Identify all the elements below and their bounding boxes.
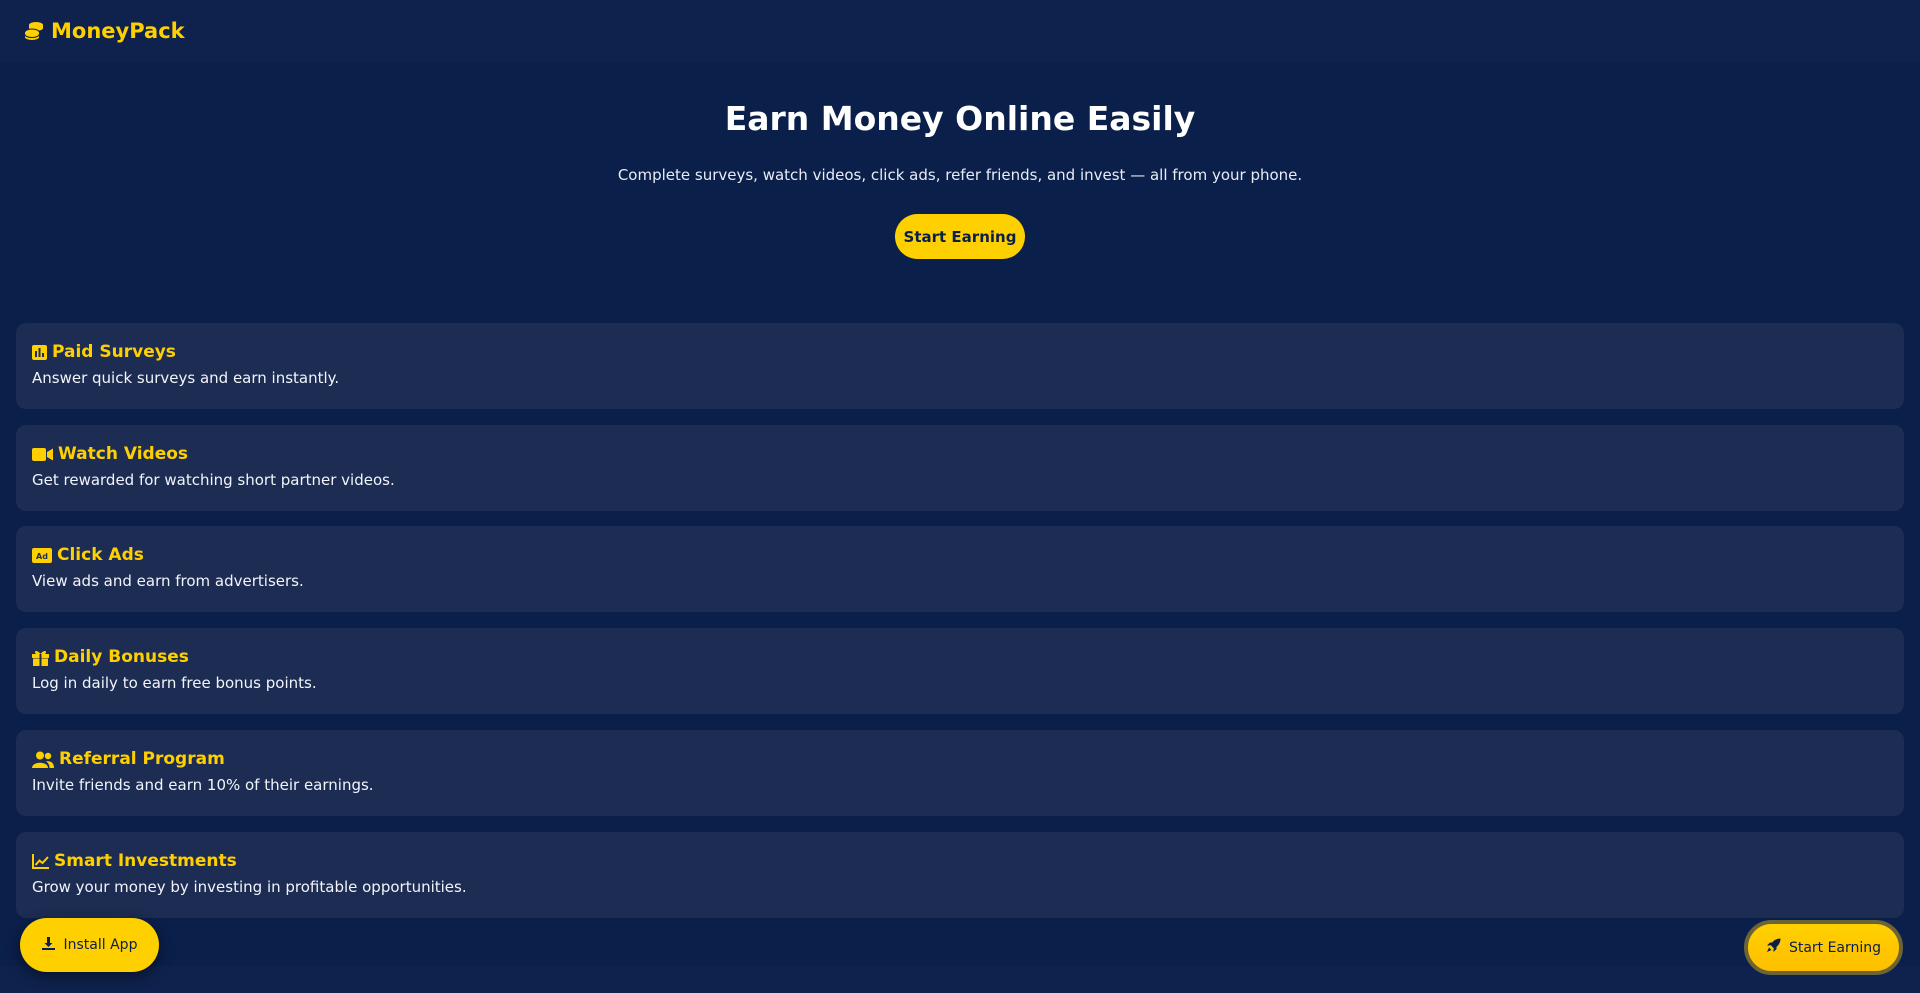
floating-start-earning-button[interactable]: Start Earning xyxy=(1744,920,1903,975)
hero-section: Earn Money Online Easily Complete survey… xyxy=(0,62,1920,302)
hero-title: Earn Money Online Easily xyxy=(724,99,1196,138)
svg-text:Ad: Ad xyxy=(36,552,48,561)
chart-line-icon xyxy=(32,853,49,869)
feature-card-watch-videos[interactable]: Watch Videos Get rewarded for watching s… xyxy=(16,425,1904,511)
install-app-button[interactable]: Install App xyxy=(20,918,159,972)
floating-button-label: Start Earning xyxy=(1788,939,1882,956)
install-app-label: Install App xyxy=(63,937,138,953)
ad-icon: Ad xyxy=(32,547,52,563)
feature-description: Get rewarded for watching short partner … xyxy=(32,471,395,489)
feature-description: View ads and earn from advertisers. xyxy=(32,572,304,590)
feature-description: Invite friends and earn 10% of their ear… xyxy=(32,776,374,794)
footer-strip xyxy=(0,966,1920,993)
feature-description: Grow your money by investing in profitab… xyxy=(32,878,467,896)
feature-title: Click Ads xyxy=(57,545,144,565)
feature-card-paid-surveys[interactable]: Paid Surveys Answer quick surveys and ea… xyxy=(16,323,1904,409)
feature-card-smart-investments[interactable]: Smart Investments Grow your money by inv… xyxy=(16,832,1904,918)
feature-card-referral-program[interactable]: Referral Program Invite friends and earn… xyxy=(16,730,1904,816)
feature-card-click-ads[interactable]: Ad Click Ads View ads and earn from adve… xyxy=(16,526,1904,612)
feature-description: Answer quick surveys and earn instantly. xyxy=(32,369,340,387)
brand-logo[interactable]: MoneyPack xyxy=(23,19,185,43)
feature-title: Daily Bonuses xyxy=(54,647,189,667)
start-earning-button[interactable]: Start Earning xyxy=(895,214,1025,259)
users-icon xyxy=(32,751,54,768)
coins-icon xyxy=(23,20,45,42)
feature-title: Referral Program xyxy=(59,749,225,769)
rocket-icon xyxy=(1766,938,1781,957)
top-navbar: MoneyPack xyxy=(0,0,1920,62)
brand-name: MoneyPack xyxy=(51,19,185,43)
feature-title: Watch Videos xyxy=(58,444,189,464)
feature-title: Paid Surveys xyxy=(52,342,176,362)
feature-title: Smart Investments xyxy=(54,851,237,871)
feature-card-daily-bonuses[interactable]: Daily Bonuses Log in daily to earn free … xyxy=(16,628,1904,714)
video-icon xyxy=(32,447,53,462)
download-icon xyxy=(41,936,55,954)
gift-icon xyxy=(32,649,49,666)
feature-description: Log in daily to earn free bonus points. xyxy=(32,674,317,692)
chart-bar-icon xyxy=(32,344,47,360)
hero-subtitle: Complete surveys, watch videos, click ad… xyxy=(617,166,1303,184)
